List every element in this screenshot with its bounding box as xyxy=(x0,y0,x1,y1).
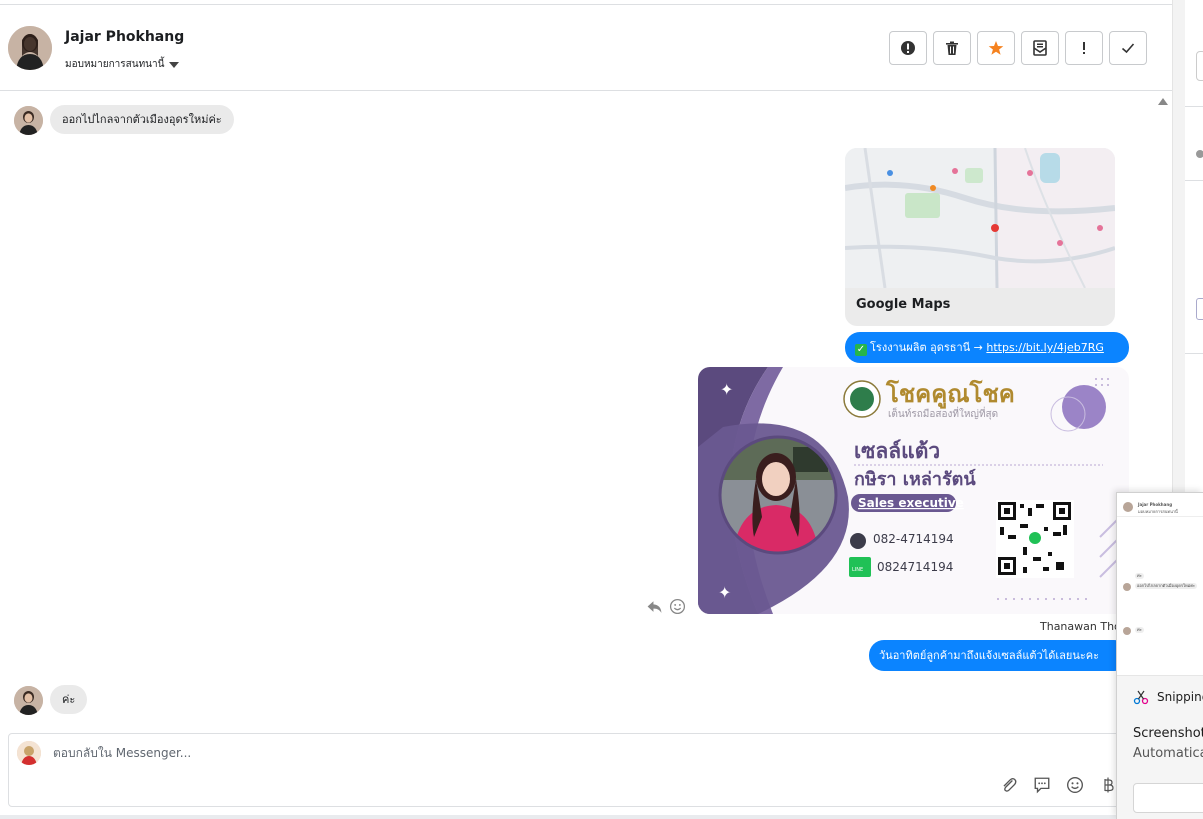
thumb-name: Jajar Phokhang xyxy=(1138,502,1173,507)
smile-icon[interactable] xyxy=(669,598,686,615)
sender-name: Thanawan Tho xyxy=(1040,620,1121,633)
envelope-open-icon xyxy=(1033,40,1047,56)
attach-button[interactable] xyxy=(999,775,1019,795)
outgoing-message: วันอาทิตย์ลูกค้ามาถึงแจ้งเซลล์แต้วได้เลย… xyxy=(869,640,1129,671)
map-preview xyxy=(845,148,1115,289)
card-fullname: กษิรา เหล่ารัตน์ xyxy=(854,468,976,490)
snipping-action-button[interactable] xyxy=(1133,783,1203,813)
contact-avatar-small xyxy=(14,106,43,135)
card-role: Sales executive xyxy=(858,496,964,510)
delete-button[interactable] xyxy=(933,31,971,65)
trash-icon xyxy=(946,41,958,55)
thumb-avatar xyxy=(1123,627,1131,635)
line-badge: LINE xyxy=(852,567,863,573)
star-button[interactable] xyxy=(977,31,1015,65)
card-nickname: เซลล์แต้ว xyxy=(854,439,940,463)
thumb-bubble: ค่ะ xyxy=(1135,627,1144,633)
emoji-button[interactable] xyxy=(1065,775,1085,795)
assign-label: มอบหมายการสนทนานี้ xyxy=(65,59,165,70)
contact-avatar[interactable] xyxy=(8,26,52,70)
contact-name[interactable]: Jajar Phokhang xyxy=(65,29,184,45)
reply-input[interactable] xyxy=(53,746,953,760)
message-composer xyxy=(8,733,1122,807)
saved-replies-button[interactable] xyxy=(1032,775,1052,795)
thumb-bubble: ออกไปไกลจากตัวเมืองอุดรใหม่ค่ะ xyxy=(1135,583,1198,589)
bottom-bar xyxy=(0,815,1172,819)
composer-tools xyxy=(999,771,1122,795)
thumb-divider xyxy=(1117,516,1203,517)
card-line-id: 0824714194 xyxy=(877,560,953,574)
reply-icon[interactable] xyxy=(646,598,663,615)
chat-bubble-icon xyxy=(1034,777,1050,794)
mark-unread-button[interactable] xyxy=(1021,31,1059,65)
google-maps-card[interactable]: Google Maps xyxy=(845,148,1115,326)
panel-divider xyxy=(1185,106,1203,107)
follow-up-button[interactable] xyxy=(1065,31,1103,65)
header-actions xyxy=(889,31,1147,65)
business-card-image[interactable]: ✦ ✦ โชคคูณโชค เต็นท์รถมือสองที่ใหญ่ที่สุ… xyxy=(698,367,1129,614)
incoming-message: ค่ะ xyxy=(50,685,88,714)
outgoing-link-message: ✓ โรงงานผลิต อุดรธานี → https://bit.ly/4j… xyxy=(845,332,1129,363)
svg-text:✦: ✦ xyxy=(720,380,733,399)
panel-select-edge[interactable] xyxy=(1196,298,1203,320)
thumb-avatar xyxy=(1123,502,1133,512)
panel-divider xyxy=(1185,353,1203,354)
message-actions xyxy=(646,598,686,615)
conversation-header: Jajar Phokhang มอบหมายการสนทนานี้ xyxy=(0,4,1172,91)
payment-button[interactable] xyxy=(1098,771,1122,795)
exclamation-icon xyxy=(1083,42,1085,54)
map-label[interactable]: Google Maps xyxy=(856,297,950,312)
checkmark-icon xyxy=(1121,43,1135,54)
card-brand: โชคคูณโชค xyxy=(885,379,1015,409)
emoji-icon xyxy=(1067,777,1083,793)
thumb-assign: มอบหมายการสนทนานี้ xyxy=(1138,509,1178,514)
card-phone: 082-4714194 xyxy=(873,532,954,546)
incoming-message: ออกไปไกลจากตัวเมืองอุดรใหม่ค่ะ xyxy=(50,105,234,134)
checkmark-emoji-icon: ✓ xyxy=(855,344,867,356)
messenger-inbox-page: Jajar Phokhang มอบหมายการสนทนานี้ ออกไปไ… xyxy=(0,0,1203,819)
business-card-graphic: ✦ ✦ โชคคูณโชค เต็นท์รถมือสองที่ใหญ่ที่สุ… xyxy=(698,367,1129,614)
shortlink[interactable]: https://bit.ly/4jeb7RG xyxy=(986,341,1104,354)
assign-conversation-dropdown[interactable]: มอบหมายการสนทนานี้ xyxy=(65,57,180,72)
alert-circle-icon xyxy=(901,41,915,55)
panel-input-edge[interactable] xyxy=(1196,51,1203,81)
snipping-app-name: Snipping Tool xyxy=(1157,690,1203,704)
mark-done-button[interactable] xyxy=(1109,31,1147,65)
scroll-up-arrow-icon[interactable] xyxy=(1158,98,1168,105)
report-spam-button[interactable] xyxy=(889,31,927,65)
screenshot-thumbnail[interactable]: Jajar Phokhang มอบหมายการสนทนานี้ ค่ะ ออ… xyxy=(1117,493,1203,676)
snipping-tool-notification[interactable]: Jajar Phokhang มอบหมายการสนทนานี้ ค่ะ ออ… xyxy=(1116,492,1203,819)
snipping-title: Screenshot copied xyxy=(1133,726,1203,741)
contact-avatar-small xyxy=(14,686,43,715)
paperclip-icon xyxy=(1003,777,1017,792)
star-icon xyxy=(988,41,1004,55)
scissors-icon xyxy=(1133,690,1149,705)
link-message-text: โรงงานผลิต อุดรธานี → xyxy=(870,341,987,354)
snipping-tool-body: Snipping Tool Screenshot copied Automati… xyxy=(1117,676,1203,819)
qr-code xyxy=(996,500,1074,578)
thumb-avatar xyxy=(1123,583,1131,591)
svg-text:✦: ✦ xyxy=(718,583,731,602)
snipping-subtitle: Automatically saved xyxy=(1133,746,1203,761)
panel-divider xyxy=(1185,180,1203,181)
page-avatar xyxy=(17,741,41,765)
baht-icon xyxy=(1104,777,1114,793)
status-dot-icon xyxy=(1196,150,1203,158)
caret-down-icon xyxy=(169,61,180,68)
card-tagline: เต็นท์รถมือสองที่ใหญ่ที่สุด xyxy=(888,406,998,420)
thumb-bubble: ค่ะ xyxy=(1135,573,1144,579)
